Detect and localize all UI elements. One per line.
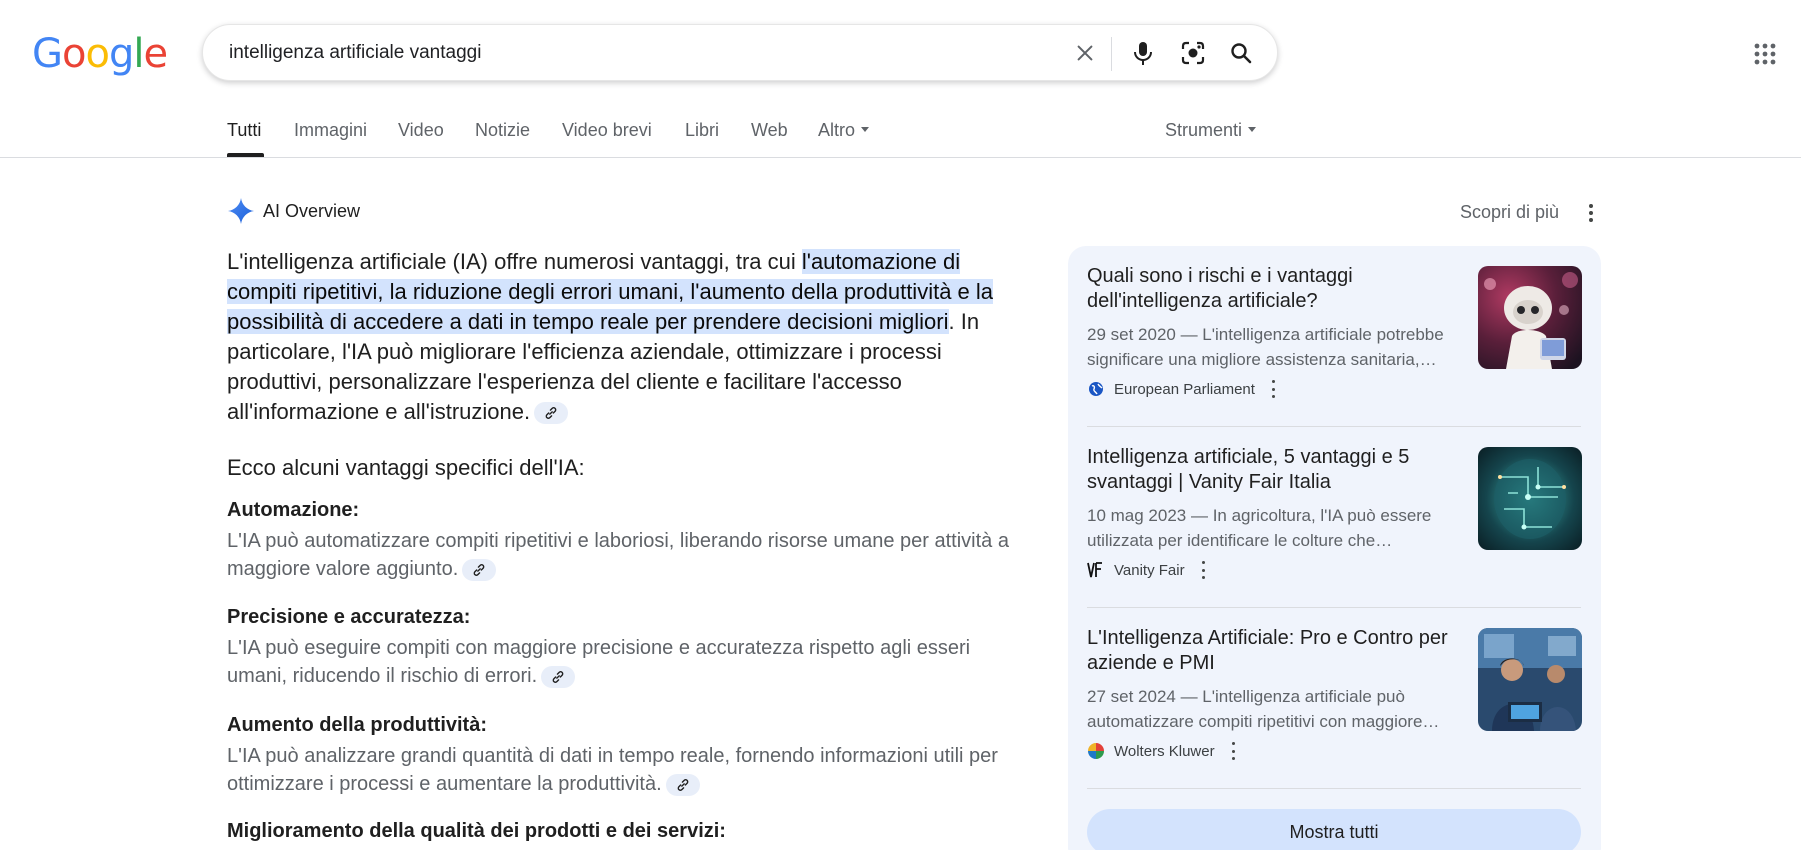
logo-letter: e xyxy=(143,31,168,77)
tools-button[interactable]: Strumenti xyxy=(1165,120,1257,141)
citation-link-icon[interactable] xyxy=(534,402,569,425)
learn-more-link[interactable]: Scopri di più xyxy=(1460,202,1559,223)
benefit-text: L'IA può eseguire compiti con maggiore p… xyxy=(227,634,1017,690)
ai-overview-header: AI Overview xyxy=(227,197,360,225)
source-name: Vanity Fair xyxy=(1114,561,1185,579)
chevron-down-icon xyxy=(1248,126,1257,132)
benefit-text: L'IA può analizzare grandi quantità di d… xyxy=(227,742,1017,798)
benefit-text: L'IA può automatizzare compiti ripetitiv… xyxy=(227,527,1017,583)
benefit-title: Miglioramento della qualità dei prodotti… xyxy=(227,820,726,842)
source-title[interactable]: Quali sono i rischi e i vantaggi dell'in… xyxy=(1087,264,1467,314)
tab-video-brevi[interactable]: Video brevi xyxy=(562,120,652,141)
logo-letter: G xyxy=(32,31,63,77)
tab-libri[interactable]: Libri xyxy=(685,120,719,141)
google-logo[interactable]: Google xyxy=(32,31,168,77)
tab-altro[interactable]: Altro xyxy=(818,120,870,141)
tab-altro-label: Altro xyxy=(818,120,856,140)
source-site: European Parliament xyxy=(1087,380,1277,398)
ai-overview-intro: L'intelligenza artificiale (IA) offre nu… xyxy=(227,247,1007,427)
tools-label: Strumenti xyxy=(1165,120,1243,140)
source-snippet: 29 set 2020 — L'intelligenza artificiale… xyxy=(1087,325,1444,369)
sources-panel: Quali sono i rischi e i vantaggi dell'in… xyxy=(1068,246,1601,850)
robot-thumbnail xyxy=(1478,266,1582,369)
benefit-title: Aumento della produttività: xyxy=(227,714,487,736)
lens-icon[interactable] xyxy=(1179,39,1207,67)
source-card[interactable]: L'Intelligenza Artificiale: Pro e Contro… xyxy=(1087,608,1582,789)
more-options-icon[interactable] xyxy=(1271,380,1277,398)
search-tabs: Tutti Immagini Video Notizie Video brevi… xyxy=(0,108,1801,158)
ai-overview-title: AI Overview xyxy=(263,200,361,221)
source-name: Wolters Kluwer xyxy=(1114,742,1215,760)
more-options-icon[interactable] xyxy=(1231,742,1237,760)
citation-link-icon[interactable] xyxy=(541,665,576,688)
source-title[interactable]: L'Intelligenza Artificiale: Pro e Contro… xyxy=(1087,626,1467,676)
tab-notizie[interactable]: Notizie xyxy=(475,120,530,141)
tab-immagini[interactable]: Immagini xyxy=(294,120,367,141)
ai-brain-thumbnail xyxy=(1478,447,1582,550)
source-card[interactable]: Quali sono i rischi e i vantaggi dell'in… xyxy=(1087,246,1582,427)
wolters-kluwer-logo-icon xyxy=(1087,742,1105,760)
vanity-fair-logo-icon xyxy=(1087,561,1105,579)
office-thumbnail xyxy=(1478,628,1582,731)
benefit-text-content: L'IA può eseguire compiti con maggiore p… xyxy=(227,637,971,687)
source-snippet: 10 mag 2023 — In agricoltura, l'IA può e… xyxy=(1087,506,1432,550)
more-options-icon[interactable] xyxy=(1201,561,1207,579)
source-snippet: 27 set 2024 — L'intelligenza artificiale… xyxy=(1087,687,1440,731)
search-icon[interactable] xyxy=(1227,39,1255,67)
benefit-title: Precisione e accuratezza: xyxy=(227,606,471,628)
apps-grid-icon[interactable] xyxy=(1753,42,1777,66)
logo-letter: o xyxy=(85,31,110,77)
logo-letter: o xyxy=(62,31,87,77)
gemini-sparkle-icon xyxy=(228,198,254,224)
tab-web[interactable]: Web xyxy=(751,120,788,141)
source-site: Vanity Fair xyxy=(1087,561,1207,579)
citation-link-icon[interactable] xyxy=(462,558,497,581)
globe-icon xyxy=(1087,380,1105,398)
logo-letter: l xyxy=(133,31,144,77)
logo-letter: g xyxy=(108,31,134,77)
benefit-text-content: L'IA può automatizzare compiti ripetitiv… xyxy=(227,530,1009,580)
benefit-title: Automazione: xyxy=(227,499,360,521)
show-all-button[interactable]: Mostra tutti xyxy=(1087,809,1581,850)
microphone-icon[interactable] xyxy=(1129,39,1157,67)
source-site: Wolters Kluwer xyxy=(1087,742,1237,760)
tab-video[interactable]: Video xyxy=(398,120,444,141)
active-tab-indicator xyxy=(227,153,264,157)
citation-link-icon[interactable] xyxy=(665,773,700,796)
source-name: European Parliament xyxy=(1114,380,1255,398)
benefit-text-content: L'IA può analizzare grandi quantità di d… xyxy=(227,745,998,795)
benefits-heading: Ecco alcuni vantaggi specifici dell'IA: xyxy=(227,455,585,480)
source-card[interactable]: Intelligenza artificiale, 5 vantaggi e 5… xyxy=(1087,427,1582,608)
search-bar[interactable]: intelligenza artificiale vantaggi xyxy=(202,24,1278,81)
source-title[interactable]: Intelligenza artificiale, 5 vantaggi e 5… xyxy=(1087,445,1467,495)
clear-icon[interactable] xyxy=(1071,39,1099,67)
search-divider xyxy=(1111,37,1112,71)
more-options-icon[interactable] xyxy=(1581,202,1601,224)
tab-tutti[interactable]: Tutti xyxy=(227,120,261,141)
search-input[interactable]: intelligenza artificiale vantaggi xyxy=(229,42,481,64)
intro-text: L'intelligenza artificiale (IA) offre nu… xyxy=(227,249,802,274)
chevron-down-icon xyxy=(861,126,870,132)
card-divider xyxy=(1087,788,1581,789)
